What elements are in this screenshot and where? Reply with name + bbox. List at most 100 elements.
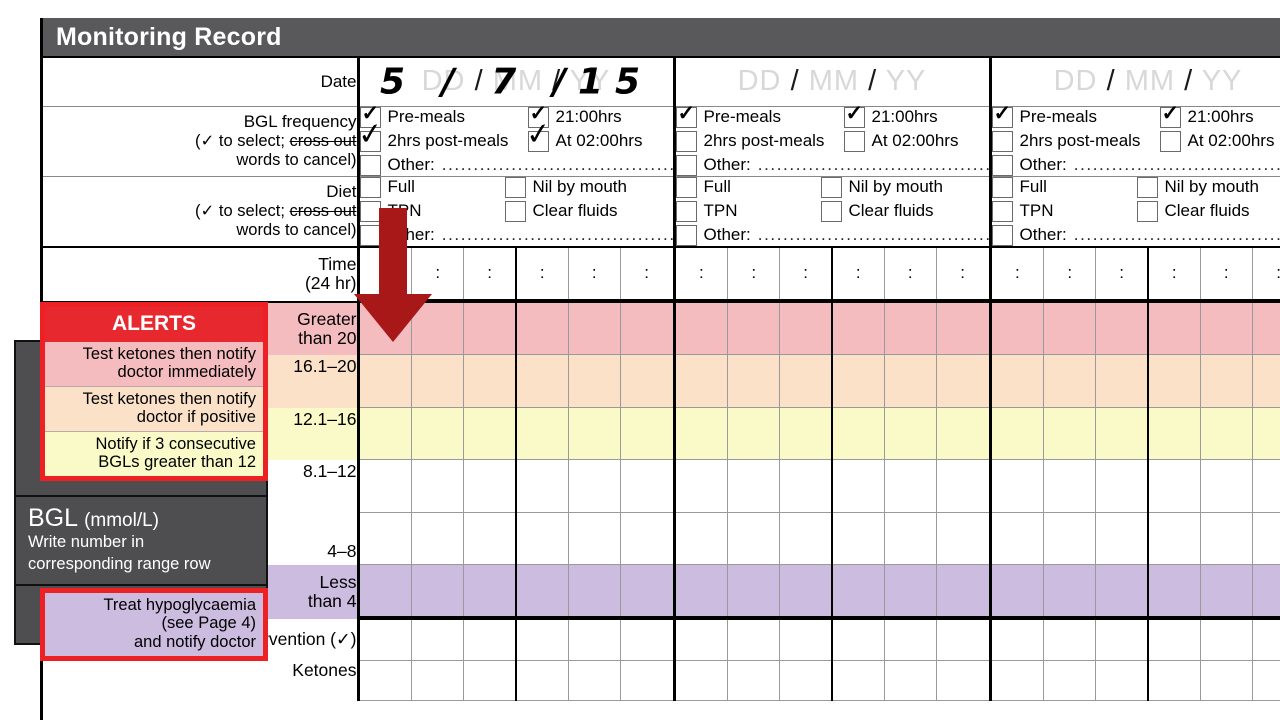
hypo-cell[interactable] [359, 620, 413, 661]
bgl-cell[interactable] [620, 355, 673, 408]
bgl-cell[interactable] [727, 512, 781, 565]
bgl-cell[interactable] [884, 302, 937, 355]
bgl-cell[interactable] [411, 565, 465, 618]
checkbox-box[interactable] [675, 103, 697, 128]
bgl-cell[interactable] [936, 512, 989, 565]
bgl-cell[interactable] [463, 512, 517, 565]
bgl-cell[interactable] [359, 302, 413, 355]
time-input[interactable]: : [1095, 247, 1149, 301]
bgl-cell[interactable] [831, 512, 885, 565]
bgl-cell[interactable] [675, 565, 729, 618]
bgl-cell[interactable] [831, 355, 885, 408]
checkbox-box[interactable] [1136, 200, 1158, 222]
checkbox-diet-full[interactable]: Full [675, 176, 821, 198]
bgl-cell[interactable] [411, 460, 465, 513]
bgl-cell[interactable] [463, 407, 517, 460]
bgl-cell[interactable] [1095, 407, 1149, 460]
bgl-cell[interactable] [463, 565, 517, 618]
checkbox-at-0200hrs[interactable]: At 02:00hrs [843, 130, 989, 152]
checkbox-diet-full[interactable]: Full [991, 176, 1137, 198]
bgl-cell[interactable] [359, 460, 413, 513]
bgl-cell[interactable] [568, 512, 621, 565]
checkbox-nil-by-mouth[interactable]: Nil by mouth [1136, 176, 1280, 198]
ketones-cell[interactable] [359, 660, 413, 701]
checkbox-diet-full[interactable]: Full [359, 176, 505, 198]
checkbox-box[interactable] [504, 200, 526, 222]
bgl-cell[interactable] [411, 302, 465, 355]
bgl-cell[interactable] [991, 407, 1045, 460]
checkbox-nil-by-mouth[interactable]: Nil by mouth [504, 176, 673, 198]
bgl-cell[interactable] [675, 302, 729, 355]
ketones-cell[interactable] [1252, 660, 1280, 701]
bgl-cell[interactable] [1200, 407, 1253, 460]
date-cell-2[interactable]: DD / MM / YY [674, 58, 992, 107]
checkbox-box[interactable] [359, 103, 381, 128]
checkbox-box[interactable] [1159, 130, 1181, 152]
bgl-cell[interactable] [1095, 460, 1149, 513]
bgl-cell[interactable] [727, 460, 781, 513]
checkbox-box[interactable] [991, 130, 1013, 152]
bgl-cell[interactable] [568, 302, 621, 355]
time-input[interactable]: : [779, 247, 833, 301]
checkbox-box[interactable] [991, 103, 1013, 128]
ketones-cell[interactable] [727, 660, 781, 701]
bgl-cell[interactable] [936, 302, 989, 355]
time-input[interactable]: : [1252, 247, 1280, 301]
checkbox-clear-fluids[interactable]: Clear fluids [1136, 200, 1280, 222]
bgl-cell[interactable] [1252, 460, 1280, 513]
bgl-cell[interactable] [675, 407, 729, 460]
bgl-cell[interactable] [515, 460, 569, 513]
bgl-cell[interactable] [568, 460, 621, 513]
bgl-cell[interactable] [463, 355, 517, 408]
bgl-cell[interactable] [727, 302, 781, 355]
date-cell-1[interactable]: DD / MM / YY 5 / 7 /15 [358, 58, 676, 107]
time-input[interactable]: : [1147, 247, 1201, 301]
bgl-cell[interactable] [1043, 355, 1097, 408]
bgl-cell[interactable] [620, 407, 673, 460]
bgl-cell[interactable] [1147, 355, 1201, 408]
bgl-cell[interactable] [936, 407, 989, 460]
bgl-cell[interactable] [1252, 407, 1280, 460]
bgl-cell[interactable] [1200, 355, 1253, 408]
checkbox-box[interactable] [991, 154, 1013, 176]
bgl-cell[interactable] [779, 302, 833, 355]
bgl-cell[interactable] [620, 302, 673, 355]
bgl-cell[interactable] [1200, 512, 1253, 565]
time-input[interactable]: : [936, 247, 989, 301]
checkbox-box[interactable] [843, 103, 865, 128]
bgl-cell[interactable] [884, 460, 937, 513]
bgl-cell[interactable] [831, 302, 885, 355]
checkbox-box[interactable] [527, 103, 549, 128]
bgl-cell[interactable] [1043, 460, 1097, 513]
hypo-cell[interactable] [727, 620, 781, 661]
bgl-cell[interactable] [991, 565, 1045, 618]
bgl-cell[interactable] [359, 565, 413, 618]
ketones-cell[interactable] [675, 660, 729, 701]
bgl-cell[interactable] [991, 302, 1045, 355]
bgl-cell[interactable] [1095, 565, 1149, 618]
bgl-cell[interactable] [515, 512, 569, 565]
hypo-cell[interactable] [620, 620, 673, 661]
write-in-line[interactable]: ........................................… [1074, 155, 1280, 175]
checkbox-other-frequency[interactable]: Other: .................................… [675, 154, 989, 176]
bgl-cell[interactable] [1095, 302, 1149, 355]
bgl-cell[interactable] [1095, 355, 1149, 408]
time-input[interactable]: : [515, 247, 569, 301]
bgl-cell[interactable] [463, 460, 517, 513]
write-in-line[interactable]: ........................................… [758, 155, 989, 175]
checkbox-nil-by-mouth[interactable]: Nil by mouth [820, 176, 989, 198]
checkbox-pre-meals[interactable]: Pre-meals [359, 103, 528, 128]
hypo-cell[interactable] [779, 620, 833, 661]
checkbox-2hrs-post-meals[interactable]: 2hrs post-meals [991, 130, 1160, 152]
time-input[interactable]: : [831, 247, 885, 301]
ketones-cell[interactable] [1147, 660, 1201, 701]
time-input[interactable]: : [463, 247, 517, 301]
write-in-line[interactable]: ........................................… [758, 225, 989, 245]
bgl-cell[interactable] [515, 407, 569, 460]
checkbox-other-frequency[interactable]: Other: .................................… [991, 154, 1280, 176]
bgl-cell[interactable] [779, 407, 833, 460]
hypo-cell[interactable] [1043, 620, 1097, 661]
time-input[interactable]: : [884, 247, 937, 301]
bgl-cell[interactable] [1147, 460, 1201, 513]
bgl-cell[interactable] [675, 512, 729, 565]
